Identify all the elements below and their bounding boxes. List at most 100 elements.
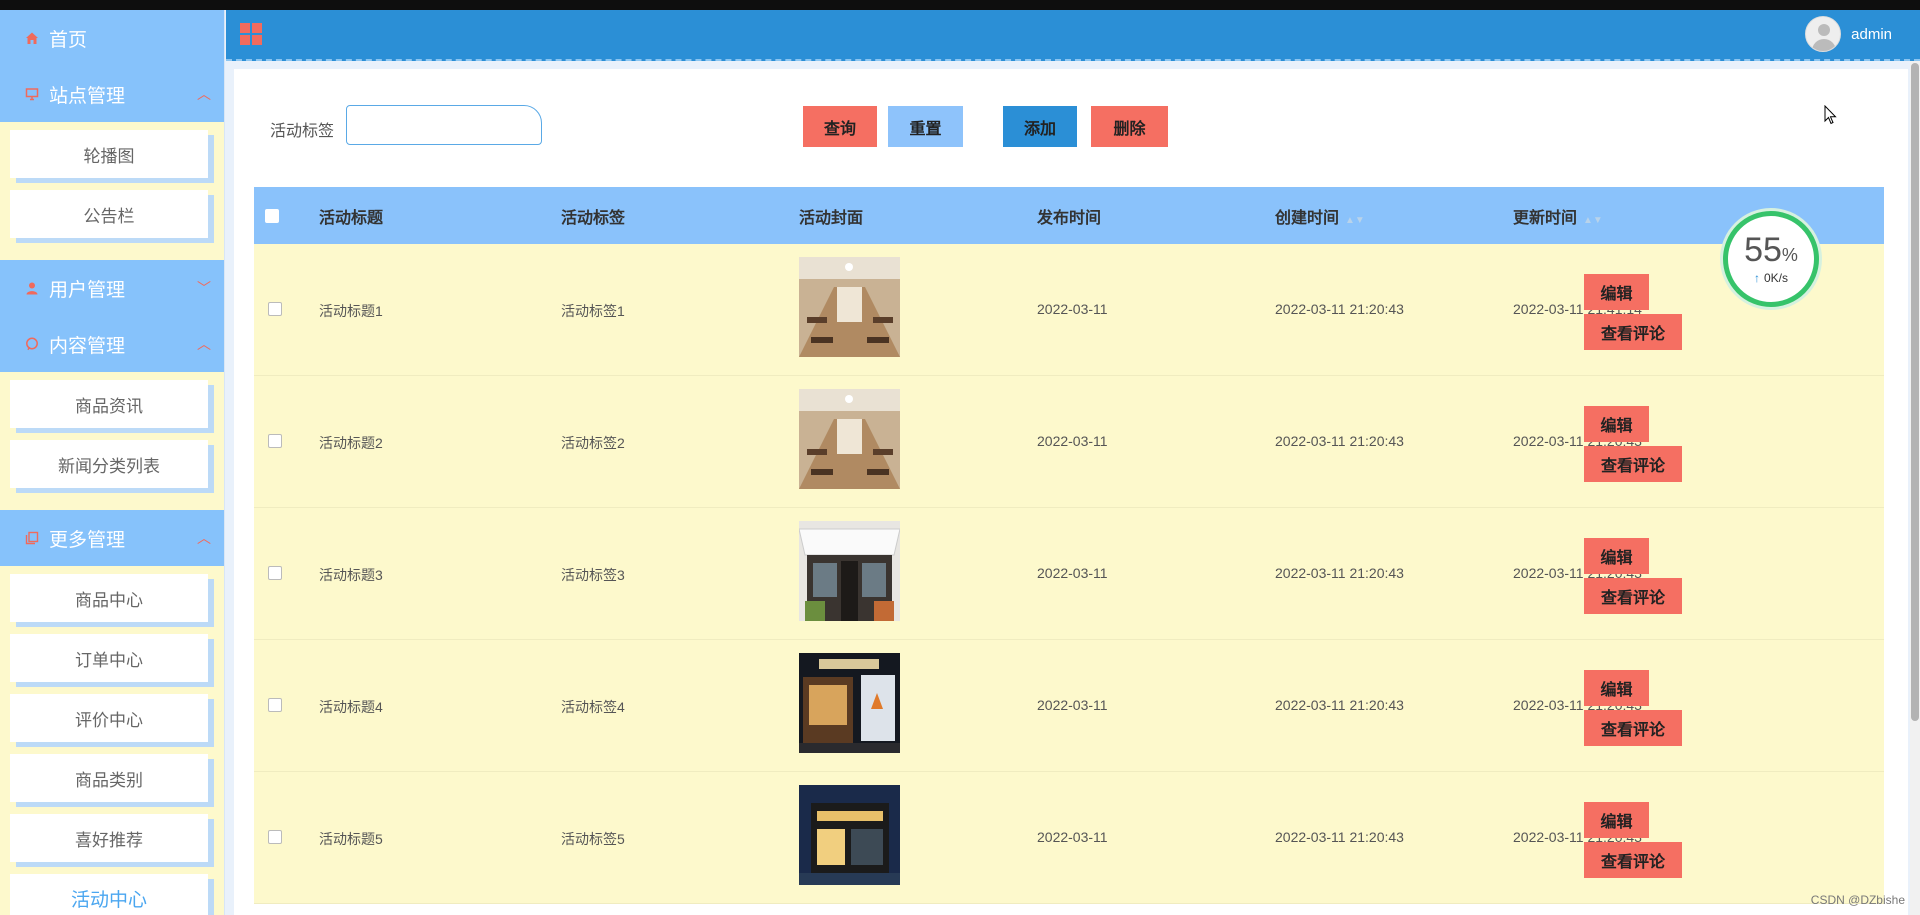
mouse-cursor-icon (1824, 105, 1837, 125)
query-button[interactable]: 查询 (803, 106, 877, 147)
cell-publish-time: 2022-03-11 (1037, 301, 1108, 317)
col-updated-time-header[interactable]: 更新时间 ▲▼ (1513, 204, 1603, 228)
watermark: CSDN @DZbishe (1810, 893, 1905, 907)
activity-table: 活动标题 活动标签 活动封面 发布时间 创建时间▲▼ 更新时间▲▼ 操 活动标题… (254, 187, 1884, 904)
sidebar-group-content[interactable]: 内容管理 ︿ (0, 316, 224, 372)
sidebar-group-label: 用户管理 (49, 279, 126, 301)
view-comments-button[interactable]: 查看评论 (1584, 446, 1682, 482)
cell-tag: 活动标签4 (561, 699, 625, 715)
window-top-strip (0, 0, 1920, 15)
edit-button[interactable]: 编辑 (1584, 538, 1649, 574)
cover-image (799, 257, 900, 357)
monitor-icon (24, 86, 40, 102)
view-comments-button[interactable]: 查看评论 (1584, 710, 1682, 746)
edit-button[interactable]: 编辑 (1584, 274, 1649, 310)
cell-publish-time: 2022-03-11 (1037, 697, 1108, 713)
submenu-more: 商品中心 订单中心 评价中心 商品类别 喜好推荐 活动中心 (0, 566, 224, 915)
cell-publish-time: 2022-03-11 (1037, 829, 1108, 845)
cell-title: 活动标题4 (319, 699, 383, 715)
submenu-site: 轮播图 公告栏 (0, 122, 224, 260)
sidebar-group-more[interactable]: 更多管理 ︿ (0, 510, 224, 566)
search-label: 活动标签 (270, 123, 335, 140)
col-tag: 活动标签 (561, 209, 626, 227)
sidebar-item-review-center[interactable]: 评价中心 (10, 694, 208, 742)
cell-publish-time: 2022-03-11 (1037, 433, 1108, 449)
cell-tag: 活动标签1 (561, 303, 625, 319)
view-comments-button[interactable]: 查看评论 (1584, 842, 1682, 878)
cell-created-time: 2022-03-11 21:20:43 (1275, 565, 1404, 581)
main-content: 活动标签 查询 重置 添加 删除 活动标题 活动标签 活动封面 发布时间 创建时… (234, 69, 1908, 915)
sidebar-item-activity-center[interactable]: 活动中心 (10, 874, 208, 915)
sidebar-item-home[interactable]: 首页 (0, 10, 224, 66)
cell-title: 活动标题5 (319, 831, 383, 847)
col-created-time-header[interactable]: 创建时间 ▲▼ (1275, 204, 1365, 228)
view-comments-button[interactable]: 查看评论 (1584, 314, 1682, 350)
chevron-up-icon: ︿ (197, 530, 211, 546)
sidebar-group-label: 站点管理 (49, 85, 126, 107)
sidebar-group-label: 更多管理 (49, 529, 126, 551)
table-body: 活动标题1 活动标签1 2022-03-11 2022-03-11 21:20:… (254, 244, 1884, 904)
sidebar-item-order-center[interactable]: 订单中心 (10, 634, 208, 682)
activity-tag-search-input[interactable] (346, 105, 542, 145)
cell-created-time: 2022-03-11 21:20:43 (1275, 697, 1404, 713)
sidebar-group-users[interactable]: 用户管理 ﹀ (0, 260, 224, 316)
chevron-down-icon: ﹀ (197, 280, 211, 296)
cell-publish-time: 2022-03-11 (1037, 565, 1108, 581)
sidebar-item-carousel[interactable]: 轮播图 (10, 130, 208, 178)
sidebar-item-label: 首页 (49, 29, 88, 51)
select-all-checkbox[interactable] (265, 209, 279, 223)
row-checkbox[interactable] (268, 566, 282, 580)
cover-image (799, 653, 900, 753)
network-speed-widget[interactable]: 55% ↑ 0K/s (1723, 211, 1819, 307)
submenu-content: 商品资讯 新闻分类列表 (0, 372, 224, 510)
cell-created-time: 2022-03-11 21:20:43 (1275, 433, 1404, 449)
sidebar-item-notice[interactable]: 公告栏 (10, 190, 208, 238)
sidebar: 首页 站点管理 ︿ 轮播图 公告栏 用户管理 ﹀ 内容管理 ︿ 商品资讯 新闻分… (0, 10, 225, 915)
sidebar-item-recommendation[interactable]: 喜好推荐 (10, 814, 208, 862)
col-created-time: 创建时间 (1275, 209, 1340, 227)
view-comments-button[interactable]: 查看评论 (1584, 578, 1682, 614)
table-row: 活动标题4 活动标签4 2022-03-11 2022-03-11 21:20:… (254, 640, 1884, 772)
avatar (1805, 16, 1842, 52)
cell-tag: 活动标签5 (561, 831, 625, 847)
add-button[interactable]: 添加 (1003, 106, 1077, 147)
sidebar-item-product-category[interactable]: 商品类别 (10, 754, 208, 802)
sidebar-item-news-categories[interactable]: 新闻分类列表 (10, 440, 208, 488)
user-menu[interactable]: admin (1805, 16, 1892, 52)
reset-button[interactable]: 重置 (888, 106, 963, 147)
cell-title: 活动标题2 (319, 435, 383, 451)
edit-button[interactable]: 编辑 (1584, 670, 1649, 706)
row-checkbox[interactable] (268, 434, 282, 448)
row-checkbox[interactable] (268, 302, 282, 316)
sidebar-group-label: 内容管理 (49, 335, 126, 357)
grid-menu-icon[interactable] (240, 23, 262, 45)
username: admin (1851, 25, 1892, 43)
edit-button[interactable]: 编辑 (1584, 406, 1649, 442)
cover-image (799, 521, 900, 621)
sort-icon: ▲▼ (1345, 214, 1365, 226)
sidebar-item-product-news[interactable]: 商品资讯 (10, 380, 208, 428)
table-row: 活动标题3 活动标签3 2022-03-11 2022-03-11 21:20:… (254, 508, 1884, 640)
row-checkbox[interactable] (268, 698, 282, 712)
cell-created-time: 2022-03-11 21:20:43 (1275, 301, 1404, 317)
cell-tag: 活动标签2 (561, 435, 625, 451)
chat-icon (24, 336, 40, 352)
sort-icon: ▲▼ (1583, 214, 1603, 226)
table-row: 活动标题2 活动标签2 2022-03-11 2022-03-11 21:20:… (254, 376, 1884, 508)
col-title: 活动标题 (319, 209, 384, 227)
cover-image (799, 389, 900, 489)
home-icon (24, 30, 40, 46)
cell-title: 活动标题1 (319, 303, 383, 319)
sidebar-item-product-center[interactable]: 商品中心 (10, 574, 208, 622)
row-checkbox[interactable] (268, 830, 282, 844)
col-publish-time: 发布时间 (1037, 209, 1102, 227)
sidebar-group-site[interactable]: 站点管理 ︿ (0, 66, 224, 122)
upload-arrow-icon: ↑ (1753, 271, 1760, 285)
chevron-up-icon: ︿ (197, 336, 211, 352)
edit-button[interactable]: 编辑 (1584, 802, 1649, 838)
chevron-up-icon: ︿ (197, 86, 211, 102)
vertical-scrollbar[interactable] (1910, 61, 1920, 915)
table-row: 活动标题1 活动标签1 2022-03-11 2022-03-11 21:20:… (254, 244, 1884, 376)
delete-button[interactable]: 删除 (1091, 106, 1168, 147)
scrollbar-thumb[interactable] (1911, 63, 1919, 721)
